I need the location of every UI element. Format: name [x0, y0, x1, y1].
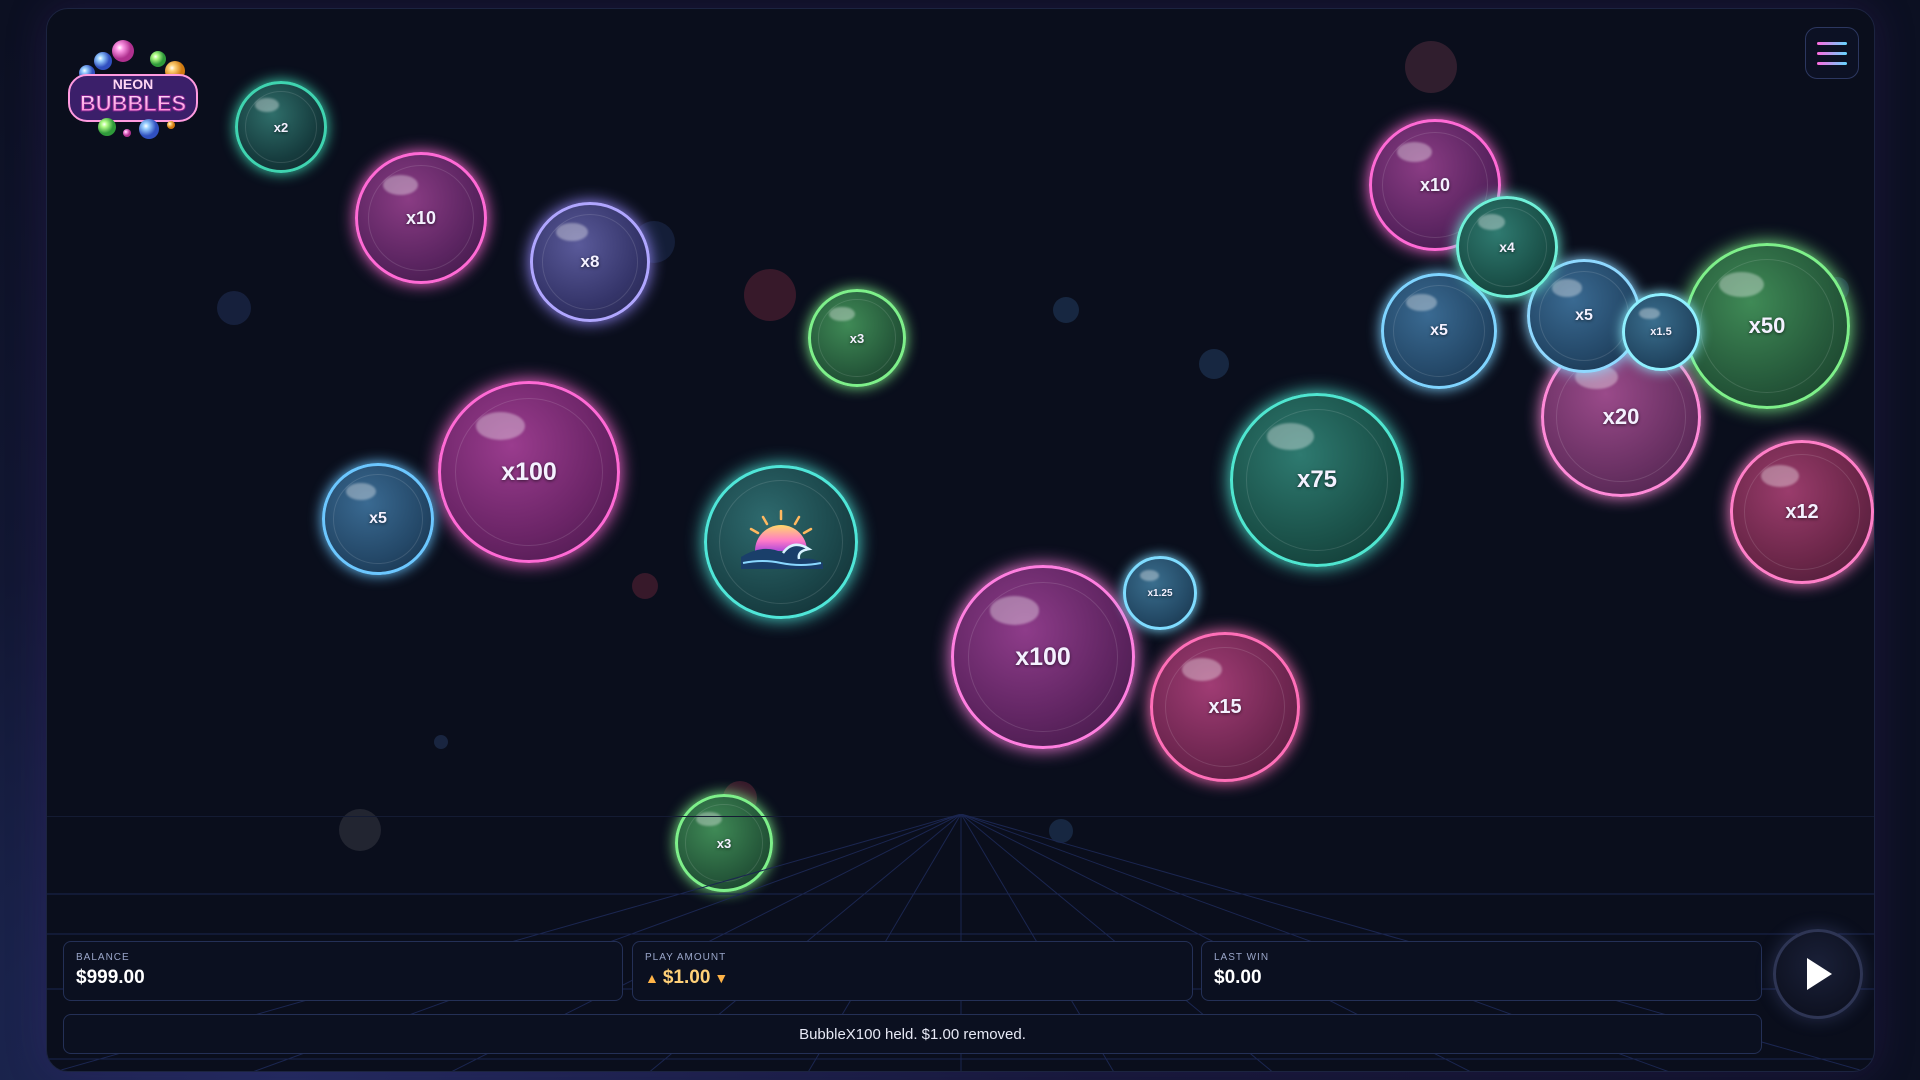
background-speck — [434, 735, 448, 749]
bubble-x3[interactable]: x3 — [790, 271, 924, 405]
neon-bubbles-logo: NEON BUBBLES — [68, 40, 198, 139]
logo-line-bubbles: BUBBLES — [80, 91, 186, 116]
bubble-x50[interactable]: x50 — [1651, 210, 1874, 442]
play-amount-value: $1.00 — [662, 967, 711, 988]
bubble-x100[interactable]: x100 — [402, 345, 656, 599]
last-win-value: $0.00 — [1214, 967, 1262, 988]
bubble-x1.25[interactable]: x1.25 — [1111, 544, 1209, 642]
bubble-x12[interactable]: x12 — [1702, 412, 1874, 612]
background-speck — [1405, 41, 1457, 93]
bubble-bonus-wave[interactable] — [674, 435, 888, 649]
last-win-panel: LAST WIN $0.00 — [1201, 941, 1762, 1001]
background-speck — [1199, 349, 1229, 379]
bubble-x10[interactable]: x10 — [330, 127, 512, 309]
background-speck — [1049, 819, 1073, 843]
background-speck — [217, 291, 251, 325]
game-frame: NEON BUBBLES x2 x10 x8 x3 x100 x5 x100 x… — [46, 8, 1875, 1072]
bubble-x75[interactable]: x75 — [1196, 359, 1438, 601]
balance-label: BALANCE — [76, 952, 130, 963]
last-win-label: LAST WIN — [1214, 952, 1270, 963]
status-message: BubbleX100 held. $1.00 removed. — [63, 1014, 1762, 1054]
bubble-label: x1.25 — [1147, 587, 1173, 599]
bubble-x2[interactable]: x2 — [219, 65, 343, 189]
logo-line-neon: NEON — [113, 76, 153, 92]
balance-value: $999.00 — [76, 967, 145, 988]
bubble-x3[interactable]: x3 — [657, 776, 791, 910]
horizon-line — [47, 816, 1874, 817]
bubble-x1.5[interactable]: x1.5 — [1609, 280, 1713, 384]
bubble-x8[interactable]: x8 — [507, 179, 673, 345]
balance-panel: BALANCE $999.00 — [63, 941, 623, 1001]
bubble-x4[interactable]: x4 — [1437, 177, 1577, 317]
play-button[interactable] — [1773, 929, 1863, 1019]
play-amount-label: PLAY AMOUNT — [645, 952, 727, 963]
bubble-x100[interactable]: x100 — [914, 528, 1172, 786]
hamburger-icon-bar — [1817, 41, 1847, 45]
increase-bet-arrow-icon[interactable]: ▲ — [645, 970, 659, 986]
bubble-x5[interactable]: x5 — [301, 442, 455, 596]
background-speck — [1053, 297, 1079, 323]
decrease-bet-arrow-icon[interactable]: ▼ — [714, 970, 728, 986]
background-speck — [744, 269, 796, 321]
hamburger-icon-bar — [1817, 61, 1847, 65]
menu-button[interactable] — [1805, 27, 1859, 79]
play-icon — [1807, 958, 1832, 990]
hamburger-icon-bar — [1817, 51, 1847, 55]
bubble-x15[interactable]: x15 — [1121, 603, 1329, 811]
background-speck — [632, 573, 658, 599]
bubble-label: x1.5 — [1650, 326, 1672, 338]
play-amount-panel: PLAY AMOUNT ▲ $1.00 ▼ — [632, 941, 1193, 1001]
